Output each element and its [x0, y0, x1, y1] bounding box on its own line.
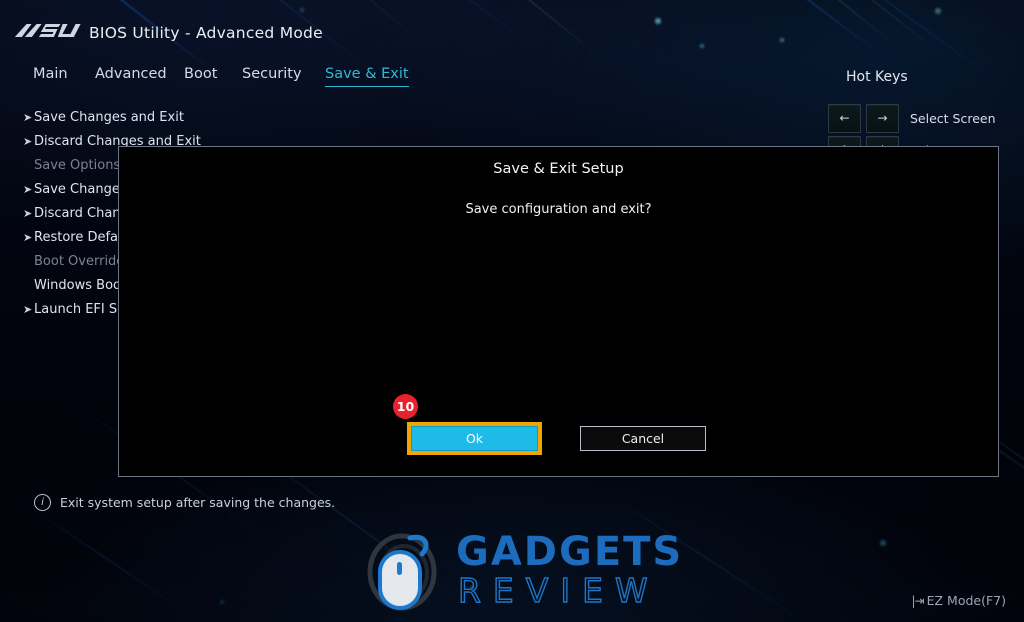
chevron-right-icon: ➤	[23, 303, 33, 316]
tab-main[interactable]: Main	[33, 66, 68, 86]
info-icon: i	[34, 494, 51, 511]
cancel-button[interactable]: Cancel	[580, 426, 706, 451]
cancel-button-label: Cancel	[621, 431, 665, 446]
tab-save-exit[interactable]: Save & Exit	[325, 66, 409, 87]
tab-boot[interactable]: Boot	[184, 66, 217, 86]
footer-help: i Exit system setup after saving the cha…	[34, 494, 335, 511]
tab-key-icon: |⇥	[911, 593, 925, 608]
dialog-message: Save configuration and exit?	[465, 202, 652, 217]
menu-item-label: Boot Override	[34, 254, 125, 269]
keycap-icon[interactable]: ←	[828, 103, 861, 133]
ok-button-label: Ok	[465, 431, 484, 446]
hotkey-row: ← → Select Screen	[828, 102, 1024, 134]
save-exit-dialog: Save & Exit Setup Save configuration and…	[118, 146, 999, 477]
chevron-right-icon: ➤	[23, 111, 33, 124]
step-badge: 10	[393, 394, 418, 419]
ez-mode-label: EZ Mode(F7)	[926, 593, 1006, 608]
tab-security[interactable]: Security	[242, 66, 302, 86]
menu-item-label: Save Changes	[34, 182, 127, 197]
menu-item-label: Save Options	[34, 158, 121, 173]
hotkeys-title: Hot Keys	[846, 69, 908, 85]
ez-mode-button[interactable]: |⇥ EZ Mode(F7)	[912, 593, 1007, 608]
chevron-right-icon: ➤	[23, 183, 33, 196]
page-title: BIOS Utility - Advanced Mode	[89, 24, 323, 42]
keycap-icon[interactable]: →	[866, 103, 899, 133]
chevron-right-icon: ➤	[23, 135, 33, 148]
ok-button[interactable]: 10 Ok	[393, 394, 542, 455]
chevron-right-icon: ➤	[23, 231, 33, 244]
footer-help-text: Exit system setup after saving the chang…	[60, 495, 336, 510]
hotkey-label: Select Screen	[910, 110, 996, 126]
menu-item-label: Save Changes and Exit	[34, 110, 184, 125]
dialog-title: Save & Exit Setup	[493, 161, 624, 177]
header-bar: BIOS Utility - Advanced Mode	[0, 0, 1024, 58]
menu-item-save-changes-and-exit[interactable]: ➤ Save Changes and Exit	[0, 106, 330, 130]
chevron-right-icon: ➤	[23, 207, 33, 220]
bios-screen: BIOS Utility - Advanced Mode Main Advance…	[0, 0, 1024, 622]
asus-logo-icon	[12, 22, 84, 41]
tab-advanced[interactable]: Advanced	[95, 66, 167, 86]
dialog-button-row: 10 Ok Cancel	[119, 394, 998, 455]
